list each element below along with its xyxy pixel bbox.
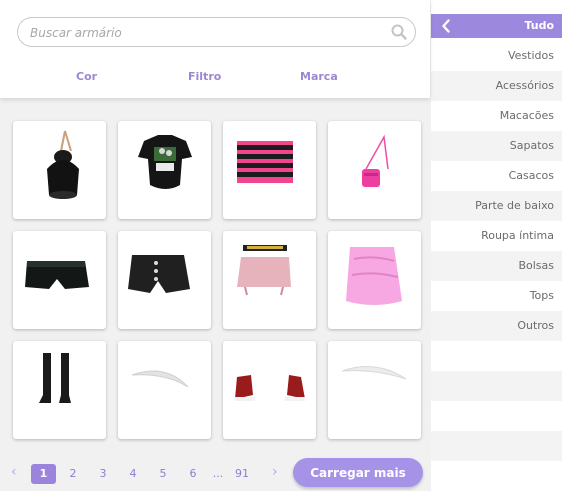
category-empty-row [431,401,562,431]
pink-black-striped-top-image [237,141,293,183]
category-tops[interactable]: Tops [431,281,562,311]
load-more-button[interactable]: Carregar mais [293,458,423,487]
item-card-white-item[interactable] [118,341,211,439]
category-header-all[interactable]: Tudo [431,14,562,38]
category-empty-row [431,371,562,401]
page-6[interactable]: 6 [186,464,200,484]
chevron-left-icon[interactable]: ‹ [11,464,17,480]
item-card-pink-belted-mini-skirt[interactable] [223,231,316,329]
item-card-black-bucket-bag[interactable] [13,121,106,219]
tab-filtro[interactable]: Filtro [188,70,221,83]
item-card-pink-mini-bag[interactable] [328,121,421,219]
black-denim-shorts-image [128,255,190,293]
item-card-pink-mini-skirt[interactable] [328,231,421,329]
white-item-2-image [341,366,407,380]
chevron-left-icon[interactable] [441,19,451,33]
page-1[interactable]: 1 [31,464,56,484]
search-box[interactable] [17,17,416,48]
pink-mini-skirt-image [346,247,402,305]
white-item-image [131,370,189,388]
page-3[interactable]: 3 [96,464,110,484]
pink-mini-bag-image [362,134,389,187]
item-card-black-thigh-high-stockings[interactable] [13,341,106,439]
pagination-ellipsis: ... [212,467,224,480]
red-high-top-sneakers-image [235,375,305,401]
page-5[interactable]: 5 [156,464,170,484]
category-empty-row [431,341,562,371]
category-acessorios[interactable]: Acessórios [431,71,562,101]
black-leather-shorts-image [25,261,89,289]
black-bucket-bag-image [47,130,79,199]
search-input[interactable] [28,18,387,48]
tab-marca[interactable]: Marca [300,70,338,83]
category-bolsas[interactable]: Bolsas [431,251,562,281]
black-thigh-high-stockings-image [39,353,71,403]
category-sidebar: Tudo Vestidos Acessórios Macacões Sapato… [431,0,562,491]
search-icon[interactable] [391,24,407,40]
tab-cor[interactable]: Cor [76,70,97,83]
category-sapatos[interactable]: Sapatos [431,131,562,161]
category-roupa-intima[interactable]: Roupa íntima [431,221,562,251]
page-4[interactable]: 4 [126,464,140,484]
item-card-white-item-2[interactable] [328,341,421,439]
page-2[interactable]: 2 [66,464,80,484]
category-header-label: Tudo [524,19,554,32]
category-outros[interactable]: Outros [431,311,562,341]
category-casacos[interactable]: Casacos [431,161,562,191]
page-91[interactable]: 91 [232,464,252,484]
item-card-pink-black-striped-top[interactable] [223,121,316,219]
category-vestidos[interactable]: Vestidos [431,41,562,71]
item-card-black-leather-shorts[interactable] [13,231,106,329]
top-panel: Cor Filtro Marca [0,0,430,98]
category-parte-de-baixo[interactable]: Parte de baixo [431,191,562,221]
category-empty-row [431,431,562,461]
item-card-red-high-top-sneakers[interactable] [223,341,316,439]
chevron-right-icon[interactable]: › [272,464,278,480]
black-graphic-tshirt-image [138,135,192,189]
category-macacoes[interactable]: Macacões [431,101,562,131]
item-card-black-denim-shorts[interactable] [118,231,211,329]
pink-belted-mini-skirt-image [237,245,291,296]
item-card-black-graphic-tshirt[interactable] [118,121,211,219]
